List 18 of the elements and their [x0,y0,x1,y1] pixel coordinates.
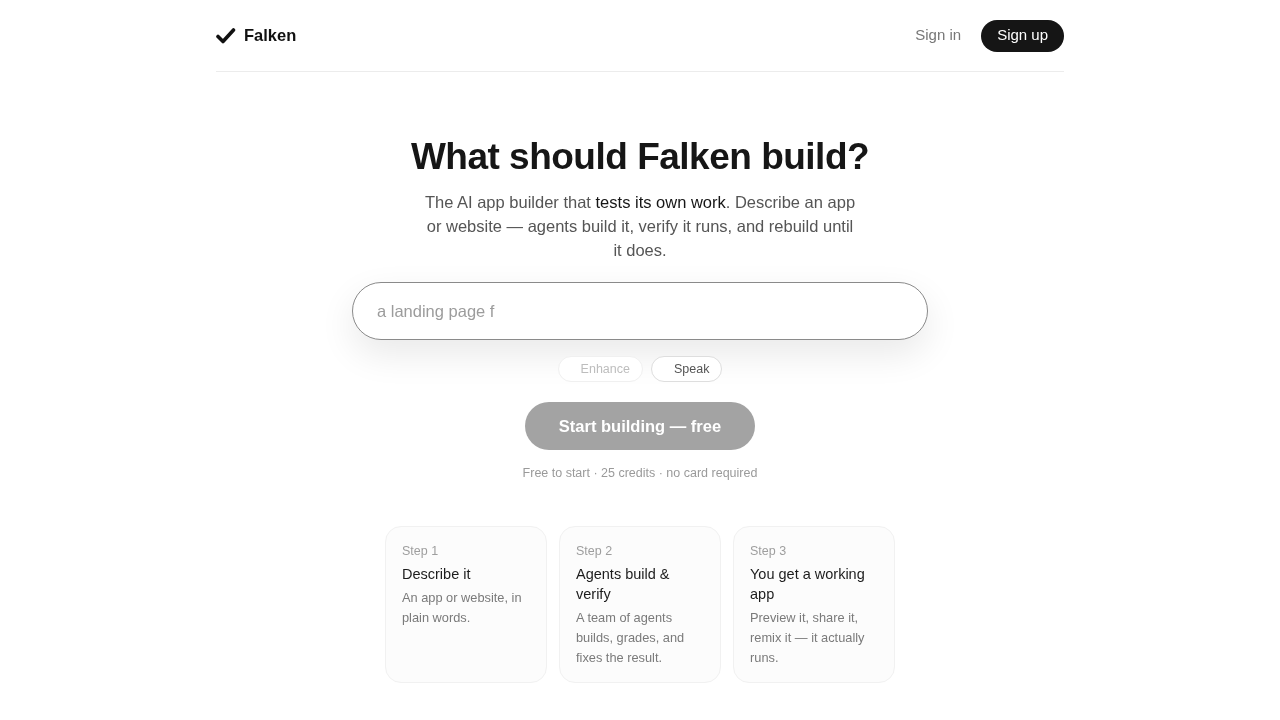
step-title: Describe it [402,565,472,584]
brand-name[interactable]: Falken [244,23,297,48]
hero-subtitle: The AI app builder that tests its own work. Describe an app or website — agents build it, verify it runs, and rebuild until it does. [423,192,857,261]
sign-in-link[interactable]: Sign in [915,24,962,47]
pricing-note: Free to start · 25 credits · no card required [522,465,758,481]
step-label: Step 1 [402,543,440,559]
hero-title: What should Falken build? [410,135,870,179]
step-label: Step 2 [576,543,614,559]
sign-up-button[interactable]: Sign up [981,19,1064,52]
prompt-chip[interactable]: Speak [650,356,723,382]
checkmark-icon [216,26,236,45]
step-label: Step 3 [750,543,788,559]
step-title: Agents build & verify [576,565,671,604]
prompt-input[interactable]: a landing page f [352,282,928,340]
step-description: An app or website, in plain words. [402,589,523,627]
step-title: You get a working app [750,565,866,604]
step-description: A team of agents builds, grades, and fixes the result. [576,609,686,667]
step-description: Preview it, share it, remix it — it actually runs. [750,609,866,667]
